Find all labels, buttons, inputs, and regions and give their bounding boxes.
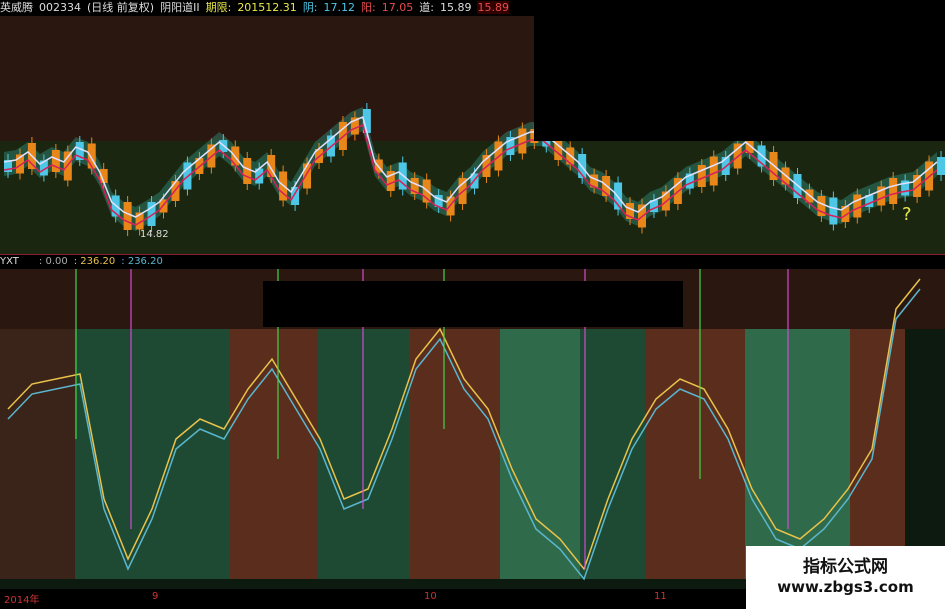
indicator-v1: : 0.00: [38, 256, 68, 267]
candle-body: [51, 150, 60, 172]
stock-code: 002334: [39, 1, 81, 14]
indicator-name: 阴阳道II: [160, 1, 200, 14]
app-name: 英威腾: [0, 1, 33, 14]
date-label: 期限:: [205, 1, 232, 14]
indicator-band: [645, 329, 745, 579]
candle-body: [829, 197, 838, 225]
candle-body: [243, 158, 252, 184]
indicator-band: [850, 329, 905, 579]
candle-body: [889, 178, 898, 204]
candle-body: [853, 194, 862, 218]
low-price-label: 14.82: [140, 229, 169, 240]
candle-body: [697, 165, 706, 187]
axis-month-11: 11: [654, 591, 667, 602]
yin-label: 阴:: [302, 1, 318, 14]
question-mark: ?: [902, 204, 912, 225]
yang-label: 阳:: [361, 1, 376, 14]
indicator-v2: : 236.20: [73, 256, 116, 267]
candle-body: [123, 202, 132, 230]
indicator-band: [0, 329, 75, 579]
indicator-v3: : 236.20: [121, 256, 163, 267]
candle-body: [937, 157, 945, 175]
indicator-header: YXT : 0.00 : 236.20 : 236.20: [0, 255, 945, 269]
dao-label: 道:: [419, 1, 434, 14]
candle-body: [518, 128, 527, 154]
indicator-band: [155, 329, 230, 579]
indicator-band: [230, 329, 318, 579]
last-value: 15.89: [477, 1, 509, 14]
axis-month-9: 9: [152, 591, 159, 602]
dao-value: 15.89: [439, 1, 472, 14]
date-value: 201512.31: [237, 1, 297, 14]
redaction-box-top: [534, 0, 945, 141]
candle-body: [709, 156, 718, 186]
indicator-title: YXT: [0, 256, 19, 267]
watermark-url: www.zbgs3.com: [777, 578, 914, 596]
indicator-band: [500, 329, 580, 579]
indicator-band: [410, 329, 500, 579]
yang-value: 17.05: [381, 1, 414, 14]
axis-year-label: 2014年: [4, 595, 40, 606]
indicator-band: [318, 329, 410, 579]
indicator-band: [745, 329, 850, 579]
period-label: (日线 前复权): [87, 1, 155, 14]
yin-value: 17.12: [323, 1, 356, 14]
watermark-box: 指标公式网 www.zbgs3.com: [746, 546, 945, 609]
indicator-band: [580, 329, 645, 579]
watermark-title: 指标公式网: [803, 557, 888, 577]
redaction-box-mid: [263, 281, 683, 327]
indicator-band: [75, 329, 155, 579]
axis-month-10: 10: [424, 591, 437, 602]
